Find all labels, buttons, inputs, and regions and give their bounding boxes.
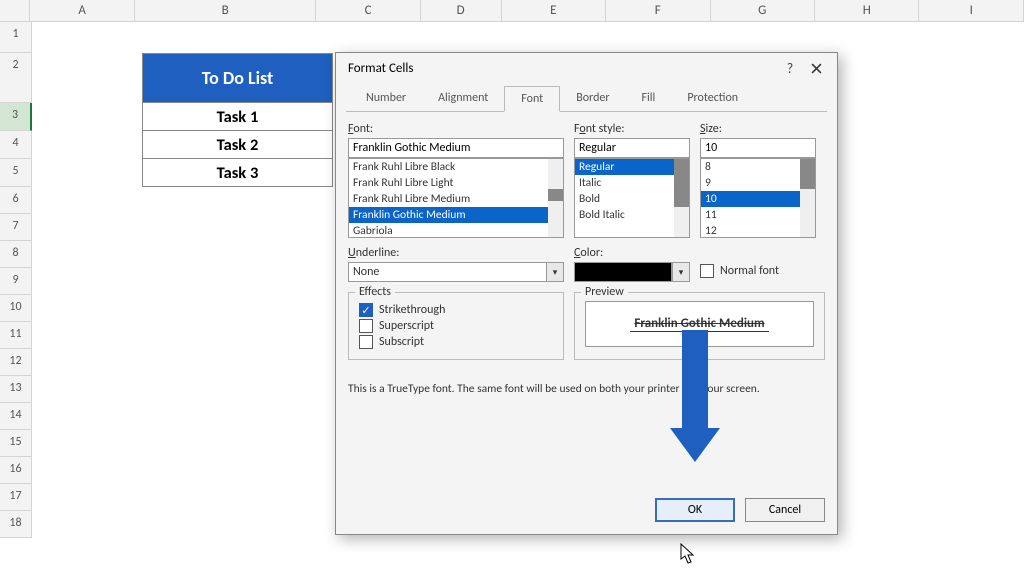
color-label: Color:: [574, 246, 690, 260]
list-item[interactable]: Italic: [575, 175, 689, 191]
subscript-label: Subscript: [379, 335, 424, 349]
font-style-listbox[interactable]: Regular Italic Bold Bold Italic: [574, 158, 690, 238]
row-header[interactable]: 15: [0, 430, 32, 457]
list-item[interactable]: Franklin Gothic Medium: [349, 207, 563, 223]
help-button[interactable]: ?: [777, 57, 803, 79]
list-item[interactable]: Regular: [575, 159, 689, 175]
superscript-checkbox[interactable]: [359, 319, 373, 333]
select-all-corner[interactable]: [0, 0, 30, 22]
cancel-button[interactable]: Cancel: [745, 498, 825, 522]
preview-text: Franklin Gothic Medium: [630, 316, 768, 332]
row-header[interactable]: 1: [0, 22, 32, 53]
dialog-title: Format Cells: [348, 61, 777, 76]
list-item[interactable]: 11: [701, 207, 815, 223]
row-header[interactable]: 11: [0, 322, 32, 349]
format-cells-dialog: Format Cells ? Number Alignment Font Bor…: [335, 52, 838, 535]
list-item[interactable]: Bold: [575, 191, 689, 207]
col-header[interactable]: G: [711, 0, 815, 22]
row-header[interactable]: 7: [0, 214, 32, 241]
col-header[interactable]: B: [135, 0, 316, 22]
size-label: Size:: [700, 122, 816, 136]
col-header[interactable]: D: [421, 0, 502, 22]
color-select[interactable]: [574, 262, 672, 282]
list-item[interactable]: 8: [701, 159, 815, 175]
row-header[interactable]: 9: [0, 268, 32, 295]
ok-button[interactable]: OK: [655, 498, 735, 522]
list-item[interactable]: Frank Ruhl Libre Black: [349, 159, 563, 175]
size-input[interactable]: [700, 138, 816, 158]
chevron-down-icon[interactable]: ▾: [546, 262, 564, 282]
scrollbar[interactable]: [674, 159, 689, 237]
preview-box: Franklin Gothic Medium: [585, 301, 814, 347]
row-header[interactable]: 16: [0, 457, 32, 484]
col-header[interactable]: F: [606, 0, 710, 22]
tab-font[interactable]: Font: [504, 86, 560, 112]
dialog-titlebar[interactable]: Format Cells ?: [336, 53, 837, 83]
col-header[interactable]: C: [316, 0, 420, 22]
row-header[interactable]: 8: [0, 241, 32, 268]
list-item[interactable]: Frank Ruhl Libre Light: [349, 175, 563, 191]
list-item[interactable]: 9: [701, 175, 815, 191]
superscript-label: Superscript: [379, 319, 434, 333]
col-header[interactable]: H: [815, 0, 919, 22]
normal-font-checkbox[interactable]: [700, 264, 714, 278]
row-header[interactable]: 4: [0, 131, 32, 159]
col-header[interactable]: E: [502, 0, 606, 22]
todo-header-cell[interactable]: To Do List: [142, 53, 333, 103]
row-header[interactable]: 5: [0, 159, 32, 187]
dialog-tabs: Number Alignment Font Border Fill Protec…: [346, 85, 827, 112]
list-item[interactable]: 12: [701, 223, 815, 238]
row-header[interactable]: 6: [0, 187, 32, 214]
row-header[interactable]: 12: [0, 349, 32, 376]
scrollbar[interactable]: [548, 159, 563, 237]
todo-item-cell[interactable]: Task 2: [142, 131, 333, 159]
list-item[interactable]: Frank Ruhl Libre Medium: [349, 191, 563, 207]
list-item[interactable]: Bold Italic: [575, 207, 689, 223]
underline-select[interactable]: None: [348, 262, 546, 282]
font-label: Font:: [348, 122, 564, 136]
row-header[interactable]: 2: [0, 53, 32, 103]
tab-border[interactable]: Border: [560, 86, 625, 112]
close-button[interactable]: [803, 57, 829, 79]
row-header[interactable]: 14: [0, 403, 32, 430]
truetype-hint: This is a TrueType font. The same font w…: [348, 382, 825, 396]
subscript-checkbox[interactable]: [359, 335, 373, 349]
col-header[interactable]: A: [30, 0, 134, 22]
list-item[interactable]: Gabriola: [349, 223, 563, 238]
font-input[interactable]: [348, 138, 564, 158]
underline-label: Underline:: [348, 246, 564, 260]
row-header[interactable]: 3: [0, 103, 32, 131]
preview-legend: Preview: [581, 285, 628, 299]
tab-protection[interactable]: Protection: [671, 86, 754, 112]
chevron-down-icon[interactable]: ▾: [672, 262, 690, 282]
close-icon: [811, 63, 822, 74]
tab-fill[interactable]: Fill: [626, 86, 672, 112]
scrollbar[interactable]: [800, 159, 815, 237]
row-header[interactable]: 17: [0, 484, 32, 511]
size-listbox[interactable]: 8 9 10 11 12 14: [700, 158, 816, 238]
row-header[interactable]: 13: [0, 376, 32, 403]
normal-font-label: Normal font: [720, 264, 779, 278]
strikethrough-checkbox[interactable]: [359, 303, 373, 317]
font-style-input[interactable]: [574, 138, 690, 158]
font-listbox[interactable]: Frank Ruhl Libre Black Frank Ruhl Libre …: [348, 158, 564, 238]
row-header[interactable]: 18: [0, 511, 32, 538]
row-header[interactable]: 10: [0, 295, 32, 322]
tab-alignment[interactable]: Alignment: [422, 86, 504, 112]
todo-item-cell[interactable]: Task 3: [142, 159, 333, 187]
effects-legend: Effects: [355, 285, 395, 299]
font-style-label: Font style:: [574, 122, 690, 136]
tab-number[interactable]: Number: [350, 86, 422, 112]
strikethrough-label: Strikethrough: [379, 303, 445, 317]
col-header[interactable]: I: [919, 0, 1023, 22]
list-item[interactable]: 10: [701, 191, 815, 207]
todo-item-cell[interactable]: Task 1: [142, 103, 333, 131]
